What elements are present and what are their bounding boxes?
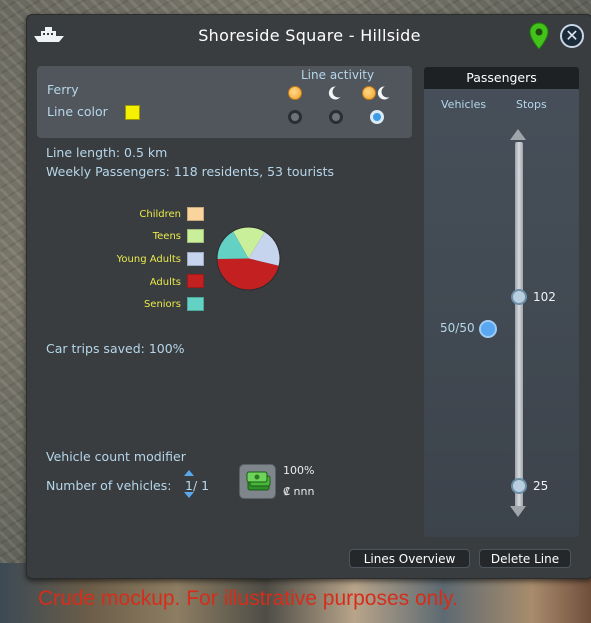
close-button[interactable]: ✕ — [560, 24, 584, 48]
line-info-panel: Shoreside Square - Hillside ✕ Ferry Line… — [26, 14, 591, 579]
passengers-panel: Passengers Vehicles Stops 102 50/50 25 — [424, 67, 579, 537]
activity-radio-night[interactable] — [329, 110, 343, 124]
day-night-moon-icon — [377, 86, 390, 100]
line-activity-label: Line activity — [301, 68, 375, 82]
legend-label-teens: Teens — [152, 231, 181, 242]
day-night-sun-icon — [362, 86, 376, 100]
activity-radio-day-night[interactable] — [370, 110, 384, 124]
weekly-passengers-text: Weekly Passengers: 118 residents, 53 tou… — [46, 164, 334, 179]
delete-line-button[interactable]: Delete Line — [479, 549, 571, 568]
number-of-vehicles-value[interactable]: 1/ 1 — [185, 478, 209, 493]
mockup-disclaimer: Crude mockup. For illustrative purposes … — [38, 587, 458, 610]
budget-button[interactable] — [239, 464, 276, 499]
legend-swatch-teens — [187, 229, 204, 243]
stops-column-label: Stops — [516, 98, 547, 111]
vehicle-marker[interactable] — [479, 320, 497, 338]
activity-radio-day[interactable] — [288, 110, 302, 124]
stop-marker[interactable] — [511, 478, 527, 494]
stop-passenger-count: 25 — [533, 479, 549, 493]
passengers-panel-title: Passengers — [424, 67, 579, 89]
night-icon — [328, 86, 341, 100]
budget-percent: 100% — [283, 464, 315, 477]
panel-header[interactable]: Shoreside Square - Hillside ✕ — [27, 15, 591, 55]
legend-swatch-children — [187, 207, 204, 221]
line-settings-box: Ferry Line color Line activity — [37, 66, 412, 138]
line-length-text: Line length: 0.5 km — [46, 145, 168, 160]
line-start-arrow — [510, 129, 526, 140]
line-color-label: Line color — [47, 104, 108, 119]
legend-swatch-seniors — [187, 297, 204, 311]
legend-label-adults: Adults — [149, 277, 181, 288]
vehicle-cost: ₡ nnn — [283, 485, 315, 498]
vehicle-load-label: 50/50 — [440, 321, 475, 335]
vehicles-decrease-arrow[interactable] — [184, 492, 194, 498]
stop-marker[interactable] — [511, 289, 527, 305]
legend-swatch-young-adults — [187, 252, 204, 266]
vehicle-count-modifier-label: Vehicle count modifier — [46, 449, 186, 464]
line-route-track — [515, 142, 523, 508]
line-end-arrow — [510, 506, 526, 517]
stop-passenger-count: 102 — [533, 290, 556, 304]
car-trips-saved-text: Car trips saved: 100% — [46, 341, 185, 356]
age-pie-chart — [216, 226, 281, 291]
line-type-label: Ferry — [47, 82, 79, 97]
line-color-swatch[interactable] — [125, 105, 140, 120]
number-of-vehicles-label: Number of vehicles: — [46, 478, 172, 493]
legend-swatch-adults — [187, 274, 204, 288]
legend-label-young-adults: Young Adults — [116, 254, 181, 265]
money-icon — [246, 471, 271, 491]
day-icon — [288, 86, 302, 100]
vehicles-increase-arrow[interactable] — [184, 470, 194, 476]
window-title: Shoreside Square - Hillside — [198, 26, 421, 45]
legend-label-children: Children — [139, 209, 181, 220]
lines-overview-button[interactable]: Lines Overview — [349, 549, 470, 568]
legend-label-seniors: Seniors — [143, 299, 181, 310]
vehicles-column-label: Vehicles — [441, 98, 487, 111]
location-pin-icon[interactable] — [529, 22, 549, 50]
